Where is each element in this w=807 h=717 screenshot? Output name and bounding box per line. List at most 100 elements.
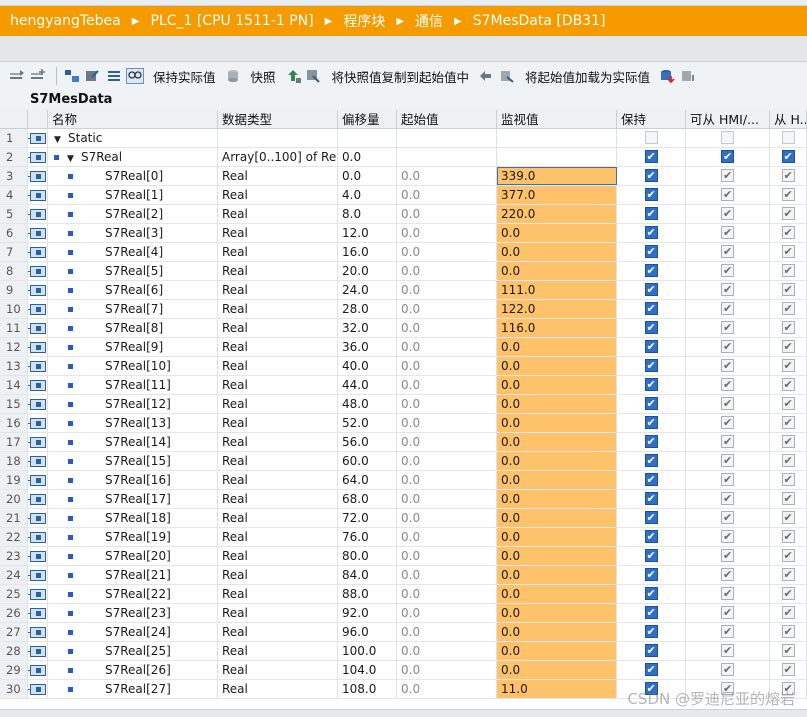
start-value-cell[interactable]: 0.0: [397, 585, 497, 603]
monitor-value-cell[interactable]: 0.0: [497, 642, 617, 660]
monitor-value-cell[interactable]: [497, 129, 617, 147]
monitor-value-cell[interactable]: 0.0: [497, 528, 617, 546]
table-row[interactable]: 5 S7Real[2] Real 8.0 0.0 220.0: [0, 205, 807, 224]
table-row[interactable]: 7 S7Real[4] Real 16.0 0.0 0.0: [0, 243, 807, 262]
hmi-visible-checkbox[interactable]: [781, 547, 795, 565]
hmi-access-checkbox[interactable]: [721, 528, 734, 546]
breadcrumb-item[interactable]: S7MesData [DB31]: [471, 13, 608, 29]
download-values-icon[interactable]: [658, 68, 676, 84]
type-cell[interactable]: Real: [218, 471, 338, 489]
hmi-access-checkbox[interactable]: [721, 300, 734, 318]
hmi-access-checkbox[interactable]: [721, 395, 734, 413]
horizontal-scrollbar[interactable]: [0, 709, 807, 717]
type-cell[interactable]: Real: [218, 357, 338, 375]
type-cell[interactable]: Real: [218, 414, 338, 432]
start-value-cell[interactable]: 0.0: [397, 414, 497, 432]
name-cell[interactable]: S7Real[24]: [48, 623, 218, 641]
retain-checkbox[interactable]: [644, 433, 658, 451]
type-cell[interactable]: Real: [218, 167, 338, 185]
monitor-value-cell[interactable]: 339.0: [497, 167, 617, 185]
hmi-access-checkbox[interactable]: [721, 661, 734, 679]
start-value-cell[interactable]: 0.0: [397, 433, 497, 451]
table-row[interactable]: 4 S7Real[1] Real 4.0 0.0 377.0: [0, 186, 807, 205]
table-row[interactable]: 28 S7Real[25] Real 100.0 0.0 0.0: [0, 642, 807, 661]
monitor-value-cell[interactable]: 0.0: [497, 566, 617, 584]
hmi-visible-checkbox[interactable]: [781, 262, 795, 280]
start-value-cell[interactable]: 0.0: [397, 186, 497, 204]
monitor-value-cell[interactable]: 0.0: [497, 262, 617, 280]
table-row[interactable]: 24 S7Real[21] Real 84.0 0.0 0.0: [0, 566, 807, 585]
type-cell[interactable]: Real: [218, 300, 338, 318]
type-cell[interactable]: Real: [218, 243, 338, 261]
hmi-access-checkbox[interactable]: [721, 131, 734, 144]
name-cell[interactable]: S7Real[9]: [48, 338, 218, 356]
name-cell[interactable]: ▼ S7Real: [48, 148, 218, 166]
hmi-access-checkbox[interactable]: [721, 566, 734, 584]
hmi-visible-checkbox[interactable]: [781, 281, 795, 299]
type-cell[interactable]: Real: [218, 547, 338, 565]
retain-checkbox[interactable]: [644, 243, 658, 261]
breadcrumb-item[interactable]: hengyangTebea: [8, 13, 123, 29]
table-row[interactable]: 23 S7Real[20] Real 80.0 0.0 0.0: [0, 547, 807, 566]
retain-checkbox[interactable]: [644, 131, 658, 144]
retain-checkbox[interactable]: [644, 604, 658, 622]
type-cell[interactable]: Real: [218, 433, 338, 451]
name-cell[interactable]: S7Real[1]: [48, 186, 218, 204]
name-cell[interactable]: S7Real[23]: [48, 604, 218, 622]
start-value-cell[interactable]: 0.0: [397, 243, 497, 261]
name-cell[interactable]: S7Real[2]: [48, 205, 218, 223]
type-cell[interactable]: Real: [218, 490, 338, 508]
name-cell[interactable]: S7Real[21]: [48, 566, 218, 584]
start-value-cell[interactable]: [397, 148, 497, 166]
header-retain[interactable]: 保持: [617, 110, 686, 128]
type-cell[interactable]: Real: [218, 186, 338, 204]
table-row[interactable]: 2 ▼ S7Real Array[0..100] of Real 0.0: [0, 148, 807, 167]
table-row[interactable]: 14 S7Real[11] Real 44.0 0.0 0.0: [0, 376, 807, 395]
hmi-visible-checkbox[interactable]: [781, 528, 795, 546]
hmi-visible-checkbox[interactable]: [781, 585, 795, 603]
start-value-cell[interactable]: 0.0: [397, 528, 497, 546]
header-monitor-value[interactable]: 监视值: [497, 110, 617, 128]
monitor-value-cell[interactable]: 0.0: [497, 623, 617, 641]
name-cell[interactable]: S7Real[14]: [48, 433, 218, 451]
hmi-visible-checkbox[interactable]: [781, 376, 795, 394]
name-cell[interactable]: S7Real[10]: [48, 357, 218, 375]
table-row[interactable]: 6 S7Real[3] Real 12.0 0.0 0.0: [0, 224, 807, 243]
breadcrumb-item[interactable]: PLC_1 [CPU 1511-1 PN]: [148, 13, 315, 29]
table-row[interactable]: 25 S7Real[22] Real 88.0 0.0 0.0: [0, 585, 807, 604]
retain-checkbox[interactable]: [644, 509, 658, 527]
header-hmi-visible[interactable]: 从 H...: [770, 110, 807, 128]
breadcrumb-item[interactable]: 程序块: [341, 11, 387, 31]
type-cell[interactable]: Real: [218, 642, 338, 660]
name-cell[interactable]: S7Real[3]: [48, 224, 218, 242]
load-start-alt-icon[interactable]: [498, 68, 516, 84]
hmi-access-checkbox[interactable]: [721, 604, 734, 622]
monitor-value-cell[interactable]: 122.0: [497, 300, 617, 318]
start-value-cell[interactable]: 0.0: [397, 395, 497, 413]
name-cell[interactable]: S7Real[11]: [48, 376, 218, 394]
hmi-access-checkbox[interactable]: [721, 167, 734, 185]
hmi-visible-checkbox[interactable]: [781, 186, 795, 204]
type-cell[interactable]: Real: [218, 224, 338, 242]
copy-snapshot-to-start-button[interactable]: 将快照值复制到起始值中: [332, 67, 470, 86]
name-cell[interactable]: S7Real[6]: [48, 281, 218, 299]
hmi-visible-checkbox[interactable]: [781, 319, 795, 337]
table-row[interactable]: 21 S7Real[18] Real 72.0 0.0 0.0: [0, 509, 807, 528]
monitor-value-cell[interactable]: 220.0: [497, 205, 617, 223]
start-value-cell[interactable]: 0.0: [397, 376, 497, 394]
retain-checkbox[interactable]: [644, 262, 658, 280]
add-row-icon[interactable]: [29, 68, 47, 84]
type-cell[interactable]: Real: [218, 338, 338, 356]
retain-checkbox[interactable]: [644, 186, 658, 204]
retain-checkbox[interactable]: [644, 414, 658, 432]
name-cell[interactable]: S7Real[25]: [48, 642, 218, 660]
hmi-visible-checkbox[interactable]: [781, 224, 795, 242]
hmi-visible-checkbox[interactable]: [781, 357, 795, 375]
name-cell[interactable]: S7Real[26]: [48, 661, 218, 679]
retain-checkbox[interactable]: [644, 300, 658, 318]
hmi-access-checkbox[interactable]: [721, 262, 734, 280]
snapshot-button[interactable]: 快照: [251, 67, 276, 86]
name-cell[interactable]: S7Real[19]: [48, 528, 218, 546]
header-offset[interactable]: 偏移量: [338, 110, 397, 128]
table-row[interactable]: 17 S7Real[14] Real 56.0 0.0 0.0: [0, 433, 807, 452]
